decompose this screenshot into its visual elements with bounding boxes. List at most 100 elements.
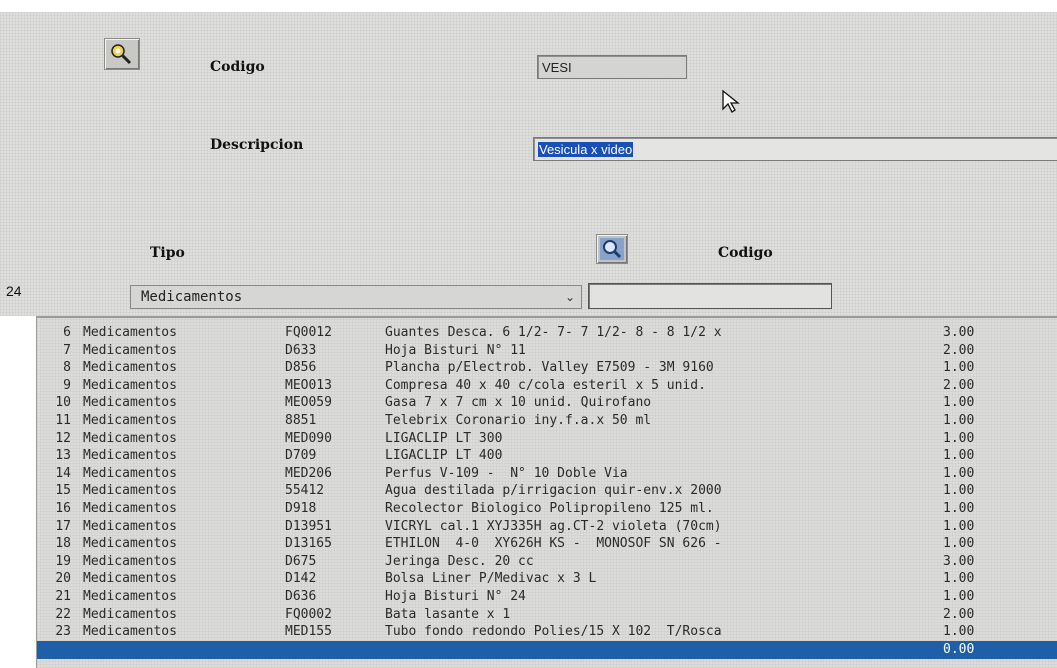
row-cantidad: 1.00	[943, 465, 975, 481]
row-cantidad: 3.00	[943, 553, 975, 569]
table-row[interactable]: 9 Medicamentos MEO013 Compresa 40 x 40 c/co…	[37, 377, 1057, 395]
items-grid[interactable]: 6 Medicamentos FQ0012 Guantes Desca. 6 1/2-…	[36, 316, 1057, 668]
table-row[interactable]: 21 Medicamentos D636 Hoja Bisturi N° 24 1.00	[37, 588, 1057, 606]
table-row[interactable]: 10 Medicamentos MEO059 Gasa 7 x 7 cm x 10 u…	[37, 394, 1057, 412]
row-tipo: Medicamentos	[83, 325, 177, 340]
row-cantidad: 1.00	[943, 589, 975, 604]
row-number: 6	[63, 325, 71, 340]
tipo-selected-value: Medicamentos	[141, 289, 243, 305]
row-cantidad: 1.00	[943, 360, 975, 376]
table-row[interactable]: 16 Medicamentos D918 Recolector Biologico P…	[37, 500, 1057, 518]
table-row[interactable]: 13 Medicamentos D709 LIGACLIP LT 400 1.00	[37, 447, 1057, 465]
row-number: 23	[55, 624, 71, 640]
row-cantidad: 3.00	[943, 325, 975, 340]
row-number: 9	[63, 377, 71, 393]
row-codigo: 8851	[285, 413, 317, 428]
codigo-field[interactable]: VESI	[537, 55, 687, 79]
row-cantidad: 1.00	[943, 395, 975, 411]
row-number: 18	[55, 536, 71, 552]
table-row[interactable]: 14 Medicamentos MED206 Perfus V-109 - N° 10…	[37, 465, 1057, 483]
chevron-down-icon[interactable]: ⌄	[565, 286, 575, 308]
row-cantidad: 0.00	[943, 641, 975, 657]
row-descripcion: LIGACLIP LT 400	[385, 448, 503, 464]
row-number: 21	[55, 589, 71, 604]
table-row[interactable]: 11 Medicamentos 8851 Telebrix Coronario iny…	[37, 412, 1057, 430]
row-number: 16	[55, 501, 71, 516]
row-tipo: Medicamentos	[83, 377, 177, 393]
table-row[interactable]: 20 Medicamentos D142 Bolsa Liner P/Medivac …	[37, 570, 1057, 588]
row-cantidad: 2.00	[943, 606, 975, 622]
table-row[interactable]: 7 Medicamentos D633 Hoja Bisturi N° 11 2.00	[37, 342, 1057, 360]
table-row[interactable]: 19 Medicamentos D675 Jeringa Desc. 20 cc 3.0…	[37, 553, 1057, 571]
row-codigo: MED206	[285, 465, 332, 481]
row-cantidad: 1.00	[943, 483, 975, 499]
search-codigo-button[interactable]	[596, 234, 628, 264]
row-descripcion: Jeringa Desc. 20 cc	[385, 553, 534, 569]
row-codigo: D13951	[285, 518, 332, 534]
row-cantidad: 1.00	[943, 536, 975, 552]
codigo2-input[interactable]	[588, 283, 832, 309]
row-descripcion: Bolsa Liner P/Medivac x 3 L	[385, 571, 597, 587]
row-cantidad: 1.00	[943, 448, 975, 464]
table-row[interactable]: 8 Medicamentos D856 Plancha p/Electrob. Val…	[37, 359, 1057, 377]
row-descripcion: Plancha p/Electrob. Valley E7509 - 3M 91…	[385, 360, 714, 376]
row-descripcion: Guantes Desca. 6 1/2- 7- 7 1/2- 8 - 8 1/…	[385, 325, 722, 340]
row-cantidad: 1.00	[943, 624, 975, 640]
row-codigo: D142	[285, 571, 317, 587]
row-tipo: Medicamentos	[83, 430, 177, 446]
row-number: 11	[55, 413, 71, 428]
row-descripcion: Recolector Biologico Polipropileno 125 m…	[385, 501, 714, 516]
row-descripcion: Bata lasante x 1	[385, 606, 511, 622]
row-tipo: Medicamentos	[83, 501, 177, 516]
row-tipo: Medicamentos	[83, 465, 177, 481]
row-number: 13	[55, 448, 71, 464]
row-tipo: Medicamentos	[83, 342, 177, 358]
row-cantidad: 1.00	[943, 430, 975, 446]
row-number: 7	[63, 342, 71, 358]
table-row[interactable]: 23 Medicamentos MED155 Tubo fondo redondo P…	[37, 623, 1057, 641]
mouse-cursor-icon	[722, 89, 740, 113]
row-tipo: Medicamentos	[83, 571, 177, 587]
header-form: Codigo VESI Descripcion Vesicula x video…	[0, 12, 1057, 316]
row-codigo: D675	[285, 553, 317, 569]
row-descripcion: Compresa 40 x 40 c/cola esteril x 5 unid…	[385, 377, 706, 393]
row-tipo: Medicamentos	[83, 536, 177, 552]
row-descripcion: Tubo fondo redondo Polies/15 X 102 T/Ros…	[385, 624, 722, 640]
row-tipo: Medicamentos	[83, 483, 177, 499]
row-cantidad: 1.00	[943, 413, 975, 428]
row-cantidad: 2.00	[943, 377, 975, 393]
table-row[interactable]: 18 Medicamentos D13165 ETHILON 4-0 XY626H K…	[37, 535, 1057, 553]
row-codigo: 55412	[285, 483, 325, 499]
row-tipo: Medicamentos	[83, 395, 177, 411]
row-codigo: D918	[285, 501, 317, 516]
row-codigo: D633	[285, 342, 317, 358]
search-button[interactable]	[104, 38, 140, 70]
row-codigo: MEO059	[285, 395, 332, 411]
row-codigo: D856	[285, 360, 317, 376]
key-search-icon	[111, 44, 132, 65]
tipo-select[interactable]: Medicamentos ⌄	[130, 285, 582, 309]
table-row[interactable]: 0.00	[37, 640, 1057, 659]
row-number: 12	[55, 430, 71, 446]
row-codigo: MED090	[285, 430, 332, 446]
row-descripcion: Hoja Bisturi N° 24	[385, 589, 526, 604]
row-number: 10	[55, 395, 71, 411]
descripcion-field[interactable]: Vesicula x video	[533, 137, 1057, 161]
descripcion-value: Vesicula x video	[538, 142, 634, 157]
row-cantidad: 2.00	[943, 342, 975, 358]
row-descripcion: LIGACLIP LT 300	[385, 430, 503, 446]
row-number: 8	[63, 360, 71, 376]
row-tipo: Medicamentos	[83, 589, 177, 604]
table-row[interactable]: 22 Medicamentos FQ0002 Bata lasante x 1 2.00	[37, 606, 1057, 624]
table-row[interactable]: 15 Medicamentos 55412 Agua destilada p/irri…	[37, 482, 1057, 500]
row-descripcion: Perfus V-109 - N° 10 Doble Via	[385, 465, 628, 481]
row-descripcion: Hoja Bisturi N° 11	[385, 342, 526, 358]
row-cantidad: 1.00	[943, 571, 975, 587]
row-codigo: D709	[285, 448, 317, 464]
row-number: 20	[55, 571, 71, 587]
tipo-label: Tipo	[150, 245, 185, 261]
table-row[interactable]: 17 Medicamentos D13951 VICRYL cal.1 XYJ335H…	[37, 518, 1057, 536]
table-row[interactable]: 12 Medicamentos MED090 LIGACLIP LT 300 1.00	[37, 430, 1057, 448]
table-row[interactable]: 6 Medicamentos FQ0012 Guantes Desca. 6 1/2-…	[37, 324, 1057, 342]
row-tipo: Medicamentos	[83, 518, 177, 534]
